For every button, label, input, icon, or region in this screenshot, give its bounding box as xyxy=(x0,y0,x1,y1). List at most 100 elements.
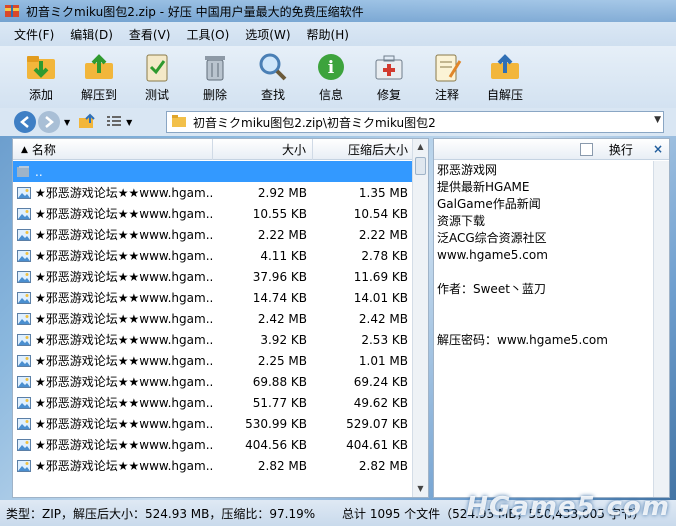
sfx-button[interactable]: 自解压 xyxy=(476,46,534,106)
back-button[interactable] xyxy=(14,111,36,133)
delete-button[interactable]: 删除 xyxy=(186,46,244,106)
table-row[interactable]: ★邪恶游戏论坛★★www.hgam... 51.77 KB 49.62 KB xyxy=(13,392,414,413)
menu-options[interactable]: 选项(W) xyxy=(237,24,298,45)
file-compressed-size: 11.69 KB xyxy=(353,269,408,284)
image-file-icon xyxy=(17,333,35,346)
menu-tools[interactable]: 工具(O) xyxy=(178,24,237,45)
extract-button[interactable]: 解压到 xyxy=(70,46,128,106)
app-icon xyxy=(4,3,20,19)
scroll-up-icon[interactable]: ▲ xyxy=(413,139,428,155)
image-file-icon xyxy=(17,207,35,220)
file-compressed-size: 14.01 KB xyxy=(353,290,408,305)
view-mode-icon[interactable] xyxy=(106,114,122,131)
menu-help[interactable]: 帮助(H) xyxy=(299,24,357,45)
file-size: 2.82 MB xyxy=(257,458,307,473)
test-button[interactable]: 测试 xyxy=(128,46,186,106)
info-button[interactable]: i 信息 xyxy=(302,46,360,106)
file-name: ★邪恶游戏论坛★★www.hgam... xyxy=(13,394,213,411)
comment-line xyxy=(437,264,669,281)
table-row[interactable]: ★邪恶游戏论坛★★www.hgam... 404.56 KB 404.61 KB xyxy=(13,434,414,455)
info-icon: i xyxy=(313,50,349,84)
comment-button[interactable]: 注释 xyxy=(418,46,476,106)
file-size: 4.11 KB xyxy=(260,248,307,263)
image-file-icon xyxy=(17,249,35,262)
haozip-window: 初音ミクmiku图包2.zip - 好压 中国用户量最大的免费压缩软件 文件(F… xyxy=(0,0,676,526)
wrap-checkbox[interactable] xyxy=(579,142,593,156)
comment-line: 作者：Sweet丶蓝刀 xyxy=(437,282,546,296)
table-row[interactable]: ★邪恶游戏论坛★★www.hgam... 2.42 MB 2.42 MB xyxy=(13,308,414,329)
svg-text:i: i xyxy=(328,58,335,78)
image-file-icon xyxy=(17,417,35,430)
file-size: 51.77 KB xyxy=(252,395,307,410)
file-name: ★邪恶游戏论坛★★www.hgam... xyxy=(13,310,213,327)
file-name: ★邪恶游戏论坛★★www.hgam... xyxy=(13,247,213,264)
up-folder-icon[interactable] xyxy=(78,113,96,132)
column-size[interactable]: 大小 xyxy=(213,139,313,160)
watermark-logo: HGame5.com xyxy=(466,492,670,522)
comment-icon xyxy=(429,50,465,84)
menu-view[interactable]: 查看(V) xyxy=(121,24,179,45)
file-name: ★邪恶游戏论坛★★www.hgam... xyxy=(13,352,213,369)
file-name: ★邪恶游戏论坛★★www.hgam... xyxy=(13,205,213,222)
forward-button[interactable] xyxy=(38,111,60,133)
file-compressed-size: 404.61 KB xyxy=(346,437,408,452)
parent-folder-icon xyxy=(17,165,35,178)
image-file-icon xyxy=(17,375,35,388)
table-row[interactable]: ★邪恶游戏论坛★★www.hgam... 2.25 MB 1.01 MB xyxy=(13,350,414,371)
image-file-icon xyxy=(17,291,35,304)
comment-line xyxy=(437,298,669,315)
sfx-icon xyxy=(487,50,523,84)
file-list-scrollbar[interactable]: ▲ ▼ xyxy=(412,139,428,497)
close-icon[interactable]: × xyxy=(653,142,663,156)
test-icon xyxy=(139,50,175,84)
table-row[interactable]: ★邪恶游戏论坛★★www.hgam... 10.55 KB 10.54 KB xyxy=(13,203,414,224)
folder-icon xyxy=(171,114,187,131)
table-row[interactable]: ★邪恶游戏论坛★★www.hgam... 69.88 KB 69.24 KB xyxy=(13,371,414,392)
dropdown-arrow-icon[interactable]: ▼ xyxy=(64,118,70,127)
file-size: 37.96 KB xyxy=(252,269,307,284)
comment-line: GalGame作品新闻 xyxy=(437,197,541,211)
scroll-thumb[interactable] xyxy=(415,157,426,175)
column-name[interactable]: ▲ 名称 xyxy=(13,139,213,160)
file-name: ★邪恶游戏论坛★★www.hgam... xyxy=(13,373,213,390)
delete-icon xyxy=(197,50,233,84)
table-row[interactable]: ★邪恶游戏论坛★★www.hgam... 37.96 KB 11.69 KB xyxy=(13,266,414,287)
comment-header: 换行 × xyxy=(434,139,669,160)
file-compressed-size: 49.62 KB xyxy=(353,395,408,410)
file-compressed-size: 2.82 MB xyxy=(358,458,408,473)
table-row[interactable]: ★邪恶游戏论坛★★www.hgam... 2.82 MB 2.82 MB xyxy=(13,455,414,476)
menu-edit[interactable]: 编辑(D) xyxy=(62,24,121,45)
menu-file[interactable]: 文件(F) xyxy=(6,24,62,45)
find-button[interactable]: 查找 xyxy=(244,46,302,106)
add-button[interactable]: 添加 xyxy=(12,46,70,106)
add-icon xyxy=(23,50,59,84)
file-size: 2.22 MB xyxy=(257,227,307,242)
address-field[interactable]: 初音ミクmiku图包2.zip\初音ミクmiku图包2 ▼ xyxy=(166,111,664,133)
table-row[interactable]: ★邪恶游戏论坛★★www.hgam... 530.99 KB 529.07 KB xyxy=(13,413,414,434)
file-size: 10.55 KB xyxy=(252,206,307,221)
column-compressed-size[interactable]: 压缩后大小 xyxy=(313,139,414,160)
address-dropdown-icon[interactable]: ▼ xyxy=(654,115,661,125)
file-compressed-size: 1.35 MB xyxy=(358,185,408,200)
file-compressed-size: 2.53 KB xyxy=(361,332,408,347)
file-name: ★邪恶游戏论坛★★www.hgam... xyxy=(13,268,213,285)
file-size: 3.92 KB xyxy=(260,332,307,347)
comment-line: 邪恶游戏网 xyxy=(437,163,498,177)
status-bar: 类型：ZIP，解压后大小：524.93 MB，压缩比：97.19% 总计 109… xyxy=(0,492,676,526)
repair-icon xyxy=(371,50,407,84)
parent-folder-row[interactable]: .. xyxy=(13,161,414,182)
table-row[interactable]: ★邪恶游戏论坛★★www.hgam... 2.22 MB 2.22 MB xyxy=(13,224,414,245)
table-row[interactable]: ★邪恶游戏论坛★★www.hgam... 14.74 KB 14.01 KB xyxy=(13,287,414,308)
comment-scrollbar[interactable] xyxy=(653,161,669,497)
view-dropdown-icon[interactable]: ▼ xyxy=(126,118,132,127)
toolbar: 添加 解压到 测试 删除 查找 i 信息 修复 注释 自解压 xyxy=(0,46,676,108)
list-header: ▲ 名称 大小 压缩后大小 xyxy=(13,139,414,160)
table-row[interactable]: ★邪恶游戏论坛★★www.hgam... 3.92 KB 2.53 KB xyxy=(13,329,414,350)
file-name: ★邪恶游戏论坛★★www.hgam... xyxy=(13,226,213,243)
table-row[interactable]: ★邪恶游戏论坛★★www.hgam... 2.92 MB 1.35 MB xyxy=(13,182,414,203)
repair-button[interactable]: 修复 xyxy=(360,46,418,106)
scroll-down-icon[interactable]: ▼ xyxy=(413,481,428,497)
table-row[interactable]: ★邪恶游戏论坛★★www.hgam... 4.11 KB 2.78 KB xyxy=(13,245,414,266)
title-bar: 初音ミクmiku图包2.zip - 好压 中国用户量最大的免费压缩软件 xyxy=(0,0,676,22)
wrap-label: 换行 xyxy=(608,142,633,157)
